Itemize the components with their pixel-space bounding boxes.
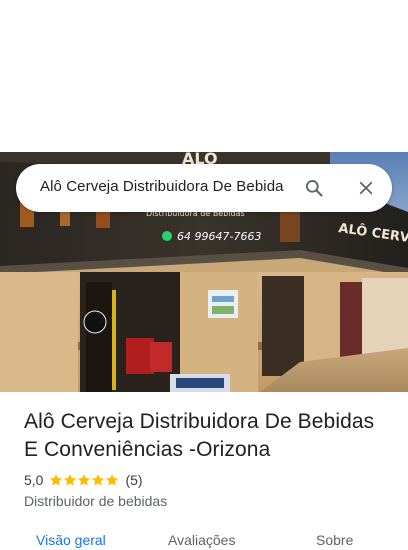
star-icon	[106, 474, 119, 486]
review-count[interactable]: (5)	[125, 472, 142, 488]
search-bar[interactable]: Alô Cerveja Distribuidora De Bebida	[16, 164, 392, 212]
place-category: Distribuidor de bebidas	[24, 493, 168, 509]
rating-value: 5,0	[24, 472, 44, 488]
rating-row[interactable]: 5,0 (5)	[24, 472, 143, 488]
star-icon	[50, 474, 63, 486]
tab-avaliacoes[interactable]: Avaliações	[168, 532, 235, 548]
search-input[interactable]: Alô Cerveja Distribuidora De Bebida	[40, 178, 284, 195]
tab-sobre[interactable]: Sobre	[316, 532, 353, 548]
tab-visao-geral[interactable]: Visão geral	[36, 532, 106, 548]
star-icon	[92, 474, 105, 486]
search-icon[interactable]	[302, 176, 326, 200]
star-rating	[49, 473, 119, 487]
sign-phone-text: 64 99647-7663	[177, 230, 261, 243]
star-icon	[78, 474, 91, 486]
close-icon[interactable]	[354, 176, 378, 200]
map-blank-area	[0, 0, 408, 152]
place-title: Alô Cerveja Distribuidora De Bebidas E C…	[24, 410, 375, 461]
star-icon	[64, 474, 77, 486]
place-tabs: Visão geral Avaliações Sobre	[0, 530, 408, 550]
